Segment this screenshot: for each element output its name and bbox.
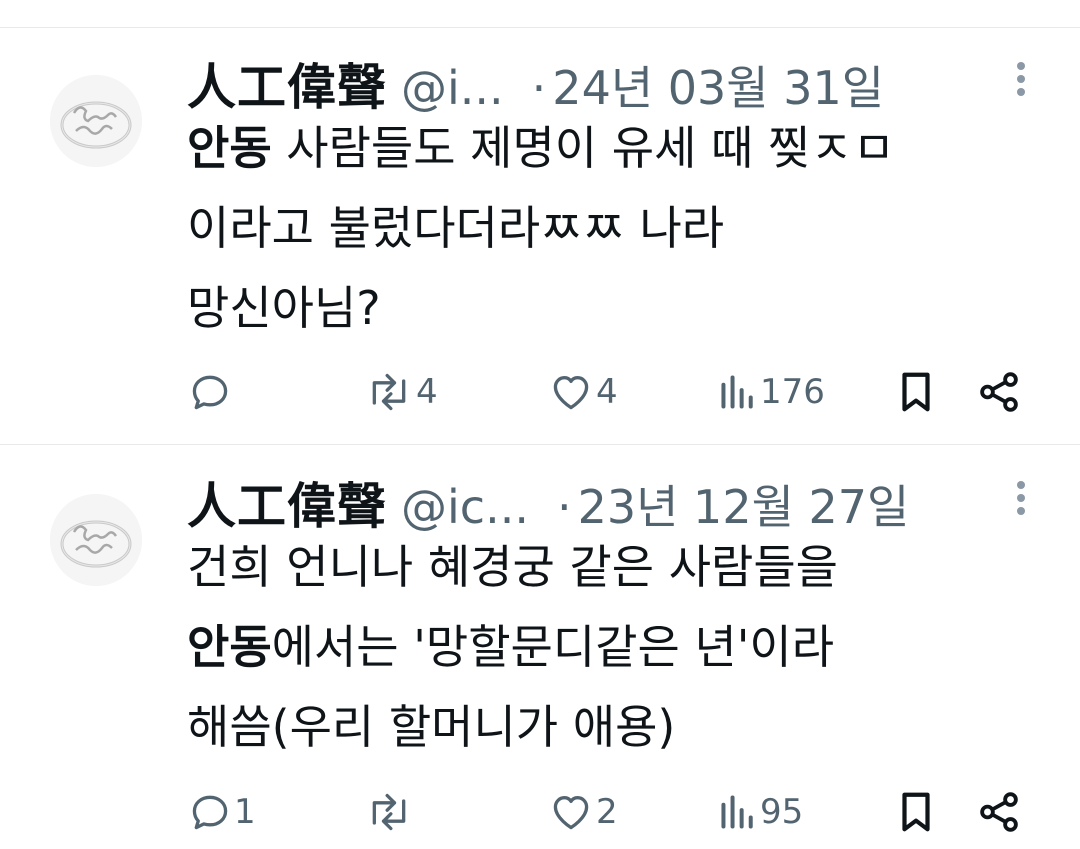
tweet-actions: 1 2 95 xyxy=(0,787,1080,837)
reply-button[interactable]: 1 xyxy=(188,787,256,837)
repost-icon xyxy=(372,793,406,831)
tweet-text-line: 안동에서는 '망할문디같은 년'이라 xyxy=(187,607,1020,687)
share-button[interactable] xyxy=(976,367,1022,417)
highlight-text: 안동 xyxy=(187,620,272,674)
views-button[interactable]: 95 xyxy=(718,787,803,837)
bookmark-button[interactable] xyxy=(896,787,936,837)
tweet-text: 안동 사람들도 제명이 유세 때 찢ㅈㅁ 이라고 불렀다더라ㅉㅉ 나라 망신아님… xyxy=(187,108,1020,348)
tweet-header: 人工偉聲 @i... · 24년 03월 31일 xyxy=(187,48,1020,116)
text-segment: 이라고 불렀다더라ㅉㅉ 나라 xyxy=(187,201,725,255)
tweet-actions: 4 4 176 xyxy=(0,367,1080,417)
tweet-text-line: 건희 언니나 혜경궁 같은 사람들을 xyxy=(187,527,1020,607)
views-count: 95 xyxy=(760,792,804,832)
text-segment: 건희 언니나 혜경궁 같은 사람들을 xyxy=(187,540,838,594)
like-count: 4 xyxy=(596,372,618,412)
text-segment: 해씀(우리 할머니가 애용) xyxy=(187,700,676,754)
heart-icon xyxy=(553,796,589,830)
repost-button[interactable]: 4 xyxy=(364,367,438,417)
tweet[interactable]: 人工偉聲 @ic... · 23년 12월 27일 건희 언니나 혜경궁 같은 … xyxy=(0,445,1080,849)
views-count: 176 xyxy=(760,372,825,412)
highlight-text: 안동 xyxy=(187,121,272,175)
share-button[interactable] xyxy=(976,787,1022,837)
views-button[interactable]: 176 xyxy=(718,367,825,417)
bookmark-button[interactable] xyxy=(896,367,936,417)
user-handle[interactable]: @i... xyxy=(401,61,504,115)
like-button[interactable]: 2 xyxy=(548,787,618,837)
tweet-text: 건희 언니나 혜경궁 같은 사람들을 안동에서는 '망할문디같은 년'이라 해씀… xyxy=(187,527,1020,767)
text-segment: 망신아님? xyxy=(187,281,381,335)
tweet-text-line: 안동 사람들도 제명이 유세 때 찢ㅈㅁ xyxy=(187,108,1020,188)
tweet-text-line: 해씀(우리 할머니가 애용) xyxy=(187,687,1020,767)
reply-icon xyxy=(192,795,228,830)
reply-count: 1 xyxy=(234,792,256,832)
avatar-ring-image xyxy=(50,494,142,586)
share-icon xyxy=(980,792,1018,832)
tweet-header: 人工偉聲 @ic... · 23년 12월 27일 xyxy=(187,467,1020,535)
user-handle[interactable]: @ic... xyxy=(401,480,529,534)
views-icon xyxy=(721,795,753,829)
reply-button[interactable] xyxy=(188,367,234,417)
bookmark-icon xyxy=(902,792,930,832)
avatar[interactable] xyxy=(50,75,142,167)
tweet-text-line: 망신아님? xyxy=(187,268,1020,348)
separator-dot: · xyxy=(556,480,572,534)
repost-icon xyxy=(372,373,406,411)
like-button[interactable]: 4 xyxy=(548,367,618,417)
tweet[interactable]: 人工偉聲 @i... · 24년 03월 31일 안동 사람들도 제명이 유세 … xyxy=(0,0,1080,444)
share-icon xyxy=(980,372,1018,412)
tweet-text-line: 이라고 불렀다더라ㅉㅉ 나라 xyxy=(187,188,1020,268)
views-icon xyxy=(721,375,753,409)
avatar[interactable] xyxy=(50,494,142,586)
more-icon[interactable] xyxy=(1010,481,1032,521)
like-count: 2 xyxy=(596,792,618,832)
more-icon[interactable] xyxy=(1010,62,1032,102)
reply-icon xyxy=(192,375,228,410)
repost-count: 4 xyxy=(416,372,438,412)
text-segment: 사람들도 제명이 유세 때 찢ㅈㅁ xyxy=(271,121,895,175)
heart-icon xyxy=(553,376,589,410)
repost-button[interactable] xyxy=(364,787,416,837)
text-segment: 에서는 '망할문디같은 년'이라 xyxy=(271,620,835,674)
bookmark-icon xyxy=(902,372,930,412)
avatar-ring-image xyxy=(50,75,142,167)
separator-dot: · xyxy=(531,61,547,115)
